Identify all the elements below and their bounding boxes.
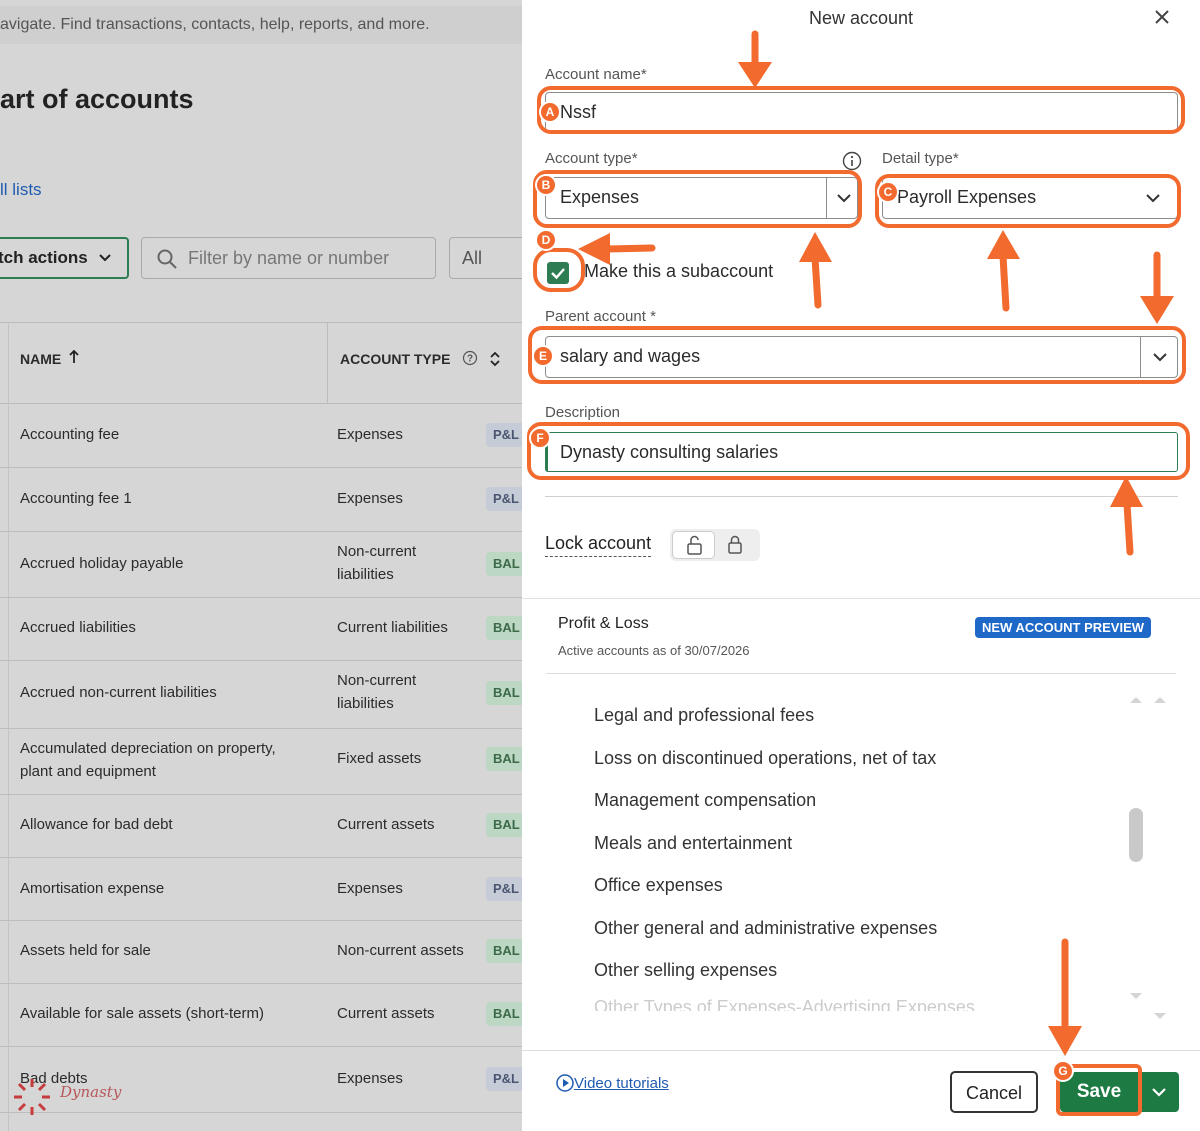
annotation-arrows — [578, 30, 1174, 1056]
